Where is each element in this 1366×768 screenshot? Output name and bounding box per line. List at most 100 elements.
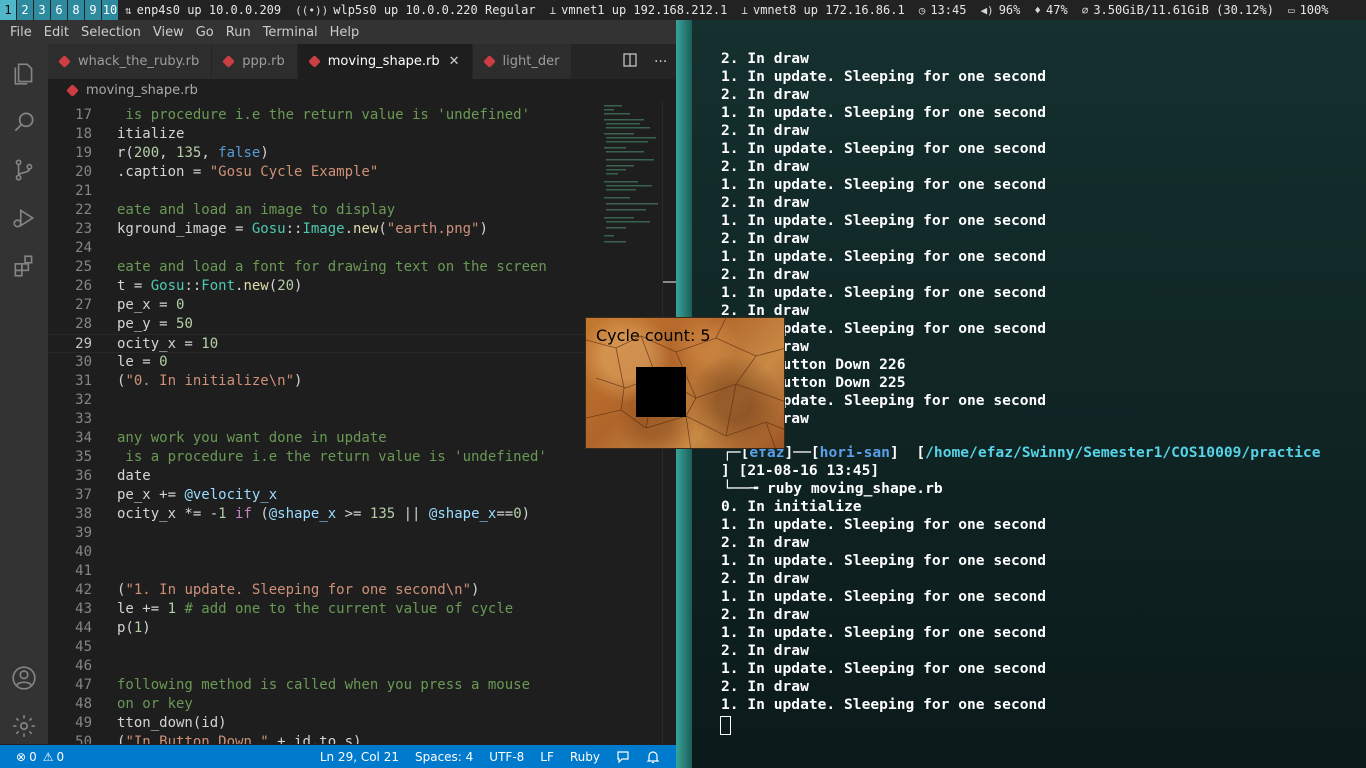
source-control-icon[interactable] [8, 154, 40, 186]
code-line[interactable]: 43 le += 1 # add one to the current value… [48, 600, 596, 619]
volume-status[interactable]: ◀) 96% [980, 3, 1020, 17]
editor-tab[interactable]: moving_shape.rb ✕ [297, 44, 473, 79]
code-line[interactable]: 45 [48, 638, 596, 657]
line-number: 43 [75, 601, 92, 617]
mic-status[interactable]: ♦ 47% [1034, 3, 1067, 17]
extensions-icon[interactable] [8, 250, 40, 282]
command-text: ruby moving_shape.rb [766, 480, 943, 497]
code-text: ("1. In update. Sleeping for one second\… [117, 582, 480, 598]
menu-help[interactable]: Help [324, 25, 366, 40]
workspace-2[interactable]: 2 [17, 0, 34, 20]
language-mode[interactable]: Ruby [570, 750, 600, 764]
workspace-6[interactable]: 6 [51, 0, 68, 20]
encoding[interactable]: UTF-8 [489, 750, 524, 764]
code-line[interactable]: 21 [48, 182, 596, 201]
editor-tab[interactable]: whack_the_ruby.rb [48, 44, 213, 79]
code-line[interactable]: 32 [48, 391, 596, 410]
explorer-icon[interactable] [8, 58, 40, 90]
tab-label: moving_shape.rb [327, 54, 440, 69]
code-line[interactable]: 26 t = Gosu::Font.new(20) [48, 277, 596, 296]
code-line[interactable]: 18 itialize [48, 125, 596, 144]
notifications-bell-icon[interactable] [646, 750, 660, 764]
code-line[interactable]: 46 [48, 657, 596, 676]
code-line[interactable]: 47 following method is called when you pr… [48, 676, 596, 695]
menu-selection[interactable]: Selection [75, 25, 147, 40]
code-line[interactable]: 24 [48, 239, 596, 258]
code-line[interactable]: 28 pe_y = 50 [48, 315, 596, 334]
code-line[interactable]: 20 .caption = "Gosu Cycle Example" [48, 163, 596, 182]
code-line[interactable]: 29 ocity_x = 10 [48, 334, 596, 353]
feedback-icon[interactable] [616, 750, 630, 764]
terminal-output-line: 2. In draw [721, 678, 809, 695]
code-line[interactable]: 30 le = 0 [48, 353, 596, 372]
editor-tab[interactable]: ppp.rb [212, 44, 298, 79]
ruby-file-icon [66, 83, 79, 97]
gosu-window[interactable]: Cycle count: 5 [585, 317, 785, 449]
code-line[interactable]: 37 pe_x += @velocity_x [48, 486, 596, 505]
workspace-10[interactable]: 10 [102, 0, 119, 20]
workspace-3[interactable]: 3 [34, 0, 51, 20]
workspace-9[interactable]: 9 [85, 0, 102, 20]
ruby-file-icon [222, 55, 236, 68]
line-number: 49 [75, 715, 92, 731]
code-line[interactable]: 50 ("In Button Down " + id.to_s) [48, 733, 596, 744]
line-number: 38 [75, 506, 92, 522]
code-line[interactable]: 38 ocity_x *= -1 if (@shape_x >= 135 || @… [48, 505, 596, 524]
code-line[interactable]: 23 kground_image = Gosu::Image.new("earth… [48, 220, 596, 239]
problems-indicator[interactable]: ⊗ 0 ⚠ 0 [16, 750, 64, 764]
editor-actions: ··· [614, 44, 676, 79]
terminal-output-line: 2. In draw [721, 534, 809, 551]
menu-run[interactable]: Run [220, 25, 257, 40]
terminal-output-line: 1. In update. Sleeping for one second [721, 660, 1047, 677]
code-line[interactable]: 40 [48, 543, 596, 562]
code-line[interactable]: 42 ("1. In update. Sleeping for one secon… [48, 581, 596, 600]
code-line[interactable]: 39 [48, 524, 596, 543]
code-line[interactable]: 27 pe_x = 0 [48, 296, 596, 315]
code-line[interactable]: 41 [48, 562, 596, 581]
prompt-timestamp: [21-08-16 13:45] [738, 462, 880, 479]
code-line[interactable]: 31 ("0. In initialize\n") [48, 372, 596, 391]
code-line[interactable]: 33 [48, 410, 596, 429]
prompt-decor: ] [ [889, 444, 926, 461]
menu-terminal[interactable]: Terminal [257, 25, 324, 40]
code-editor[interactable]: 17 is procedure i.e the return value is … [48, 101, 596, 744]
end-of-line[interactable]: LF [540, 750, 554, 764]
network-icon: ⇅ [125, 3, 132, 17]
run-debug-icon[interactable] [8, 202, 40, 234]
code-line[interactable]: 48 on or key [48, 695, 596, 714]
code-line[interactable]: 36 date [48, 467, 596, 486]
prompt-decor: ]──[ [784, 444, 820, 461]
search-icon[interactable] [8, 106, 40, 138]
workspace-switcher[interactable]: 1 2 3 6 8 9 10 [0, 0, 119, 20]
menu-file[interactable]: File [4, 25, 38, 40]
terminal-output-line: 1. In update. Sleeping for one second [721, 552, 1047, 569]
code-line[interactable]: 34 any work you want done in update [48, 429, 596, 448]
terminal-output-line: 1. In update. Sleeping for one second [721, 624, 1047, 641]
editor-tab[interactable]: light_der [472, 44, 573, 79]
indentation[interactable]: Spaces: 4 [415, 750, 473, 764]
code-line[interactable]: 44 p(1) [48, 619, 596, 638]
ruby-file-icon [482, 55, 496, 68]
more-actions-icon[interactable]: ··· [654, 54, 667, 70]
code-line[interactable]: 25 eate and load a font for drawing text … [48, 258, 596, 277]
ruby-file-icon [307, 55, 321, 68]
code-line[interactable]: 35 is a procedure i.e the return value i… [48, 448, 596, 467]
terminal-output-line: 2. In draw [721, 50, 809, 67]
code-line[interactable]: 22 eate and load an image to display [48, 201, 596, 220]
code-line[interactable]: 49 tton_down(id) [48, 714, 596, 733]
close-icon[interactable]: ✕ [449, 54, 460, 69]
code-line[interactable]: 19 r(200, 135, false) [48, 144, 596, 163]
breadcrumb[interactable]: moving_shape.rb [48, 79, 676, 101]
ruby-file-icon [58, 55, 71, 68]
code-line[interactable]: 17 is procedure i.e the return value is … [48, 106, 596, 125]
menu-go[interactable]: Go [190, 25, 220, 40]
workspace-8[interactable]: 8 [68, 0, 85, 20]
workspace-1[interactable]: 1 [0, 0, 17, 20]
account-icon[interactable] [8, 662, 40, 694]
cursor-position[interactable]: Ln 29, Col 21 [320, 750, 399, 764]
menu-edit[interactable]: Edit [38, 25, 75, 40]
split-editor-icon[interactable] [623, 52, 637, 71]
menu-view[interactable]: View [147, 25, 190, 40]
settings-gear-icon[interactable] [8, 710, 40, 742]
line-number: 32 [75, 392, 92, 408]
